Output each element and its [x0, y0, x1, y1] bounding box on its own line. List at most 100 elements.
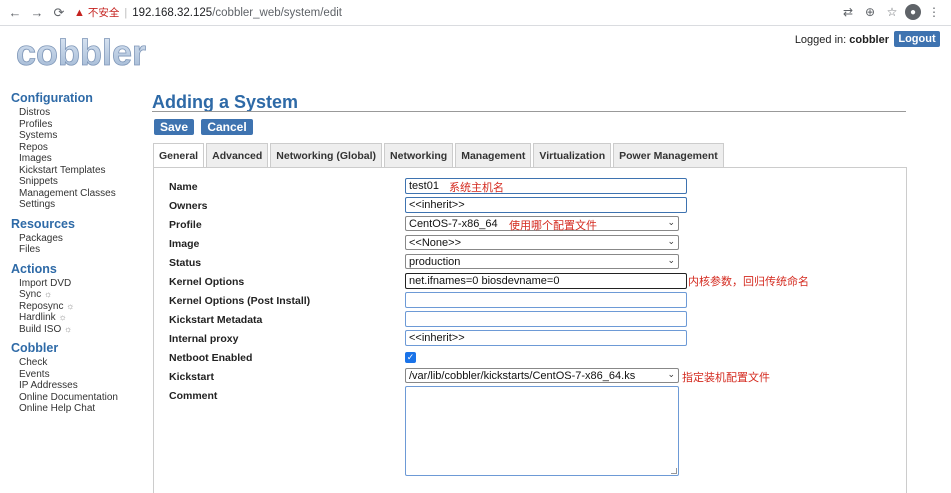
name-input[interactable]: test01	[405, 178, 687, 194]
sidebar-item-ip-addresses[interactable]: IP Addresses	[11, 380, 146, 392]
image-value: <<None>>	[409, 236, 461, 249]
sidebar: Configuration Distros Profiles Systems Repo…	[11, 91, 146, 415]
tab-general[interactable]: General	[153, 143, 205, 168]
sidebar-item-check[interactable]: Check	[11, 357, 146, 369]
menu-icon[interactable]: ⋮	[925, 3, 943, 21]
sidebar-item-packages[interactable]: Packages	[11, 233, 146, 245]
name-annotation: 系统主机名	[449, 182, 504, 194]
status-select[interactable]: production ⌄	[405, 254, 679, 269]
sidebar-item-build-iso[interactable]: Build ISO ☼	[11, 324, 146, 336]
sidebar-item-label: Import DVD	[19, 277, 72, 289]
netboot-enabled-checkbox[interactable]: ✓	[405, 352, 416, 363]
checkmark-icon: ✓	[406, 352, 415, 362]
netboot-enabled-label: Netboot Enabled	[169, 352, 253, 364]
kickstart-select[interactable]: /var/lib/cobbler/kickstarts/CentOS-7-x86…	[405, 368, 679, 383]
sidebar-item-distros[interactable]: Distros	[11, 107, 146, 119]
owners-input[interactable]: <<inherit>>	[405, 197, 687, 213]
tab-networking[interactable]: Networking	[384, 143, 454, 167]
forward-icon[interactable]: →	[28, 4, 46, 22]
cobbler-logo[interactable]: cobbler	[14, 33, 154, 79]
browser-toolbar: ← → ⟳ ▲ 不安全 | 192.168.32.125 /cobbler_we…	[0, 0, 951, 26]
page-title: Adding a System	[152, 92, 299, 112]
sidebar-item-sync[interactable]: Sync ☼	[11, 289, 146, 301]
url-separator: |	[124, 6, 128, 19]
sidebar-item-online-documentation[interactable]: Online Documentation	[11, 392, 146, 404]
kickstart-metadata-label: Kickstart Metadata	[169, 314, 263, 326]
name-label: Name	[169, 181, 198, 193]
internal-proxy-input[interactable]: <<inherit>>	[405, 330, 687, 346]
sidebar-item-reposync[interactable]: Reposync ☼	[11, 301, 146, 313]
sidebar-item-profiles[interactable]: Profiles	[11, 119, 146, 131]
cancel-button[interactable]: Cancel	[201, 119, 253, 135]
sidebar-item-online-help-chat[interactable]: Online Help Chat	[11, 403, 146, 415]
gear-icon: ☼	[64, 323, 73, 334]
profile-label: Profile	[169, 219, 202, 231]
browser-actions: ⇄ ⊕ ☆ ● ⋮	[835, 3, 943, 21]
save-button[interactable]: Save	[154, 119, 194, 135]
logged-in-label: Logged in:	[794, 34, 847, 46]
kernel-options-label: Kernel Options	[169, 276, 245, 288]
profile-icon[interactable]: ●	[905, 4, 921, 20]
tab-virtualization[interactable]: Virtualization	[533, 143, 612, 167]
url-host: 192.168.32.125	[132, 6, 213, 19]
tab-advanced[interactable]: Advanced	[206, 143, 269, 167]
logout-button[interactable]: Logout	[894, 31, 940, 47]
translate-icon[interactable]: ⇄	[839, 3, 857, 21]
kernel-options-post-label: Kernel Options (Post Install)	[169, 295, 311, 307]
reload-icon[interactable]: ⟳	[50, 4, 68, 22]
tab-bar: General Advanced Networking (Global) Networ…	[153, 143, 726, 168]
kernel-options-post-input[interactable]	[405, 292, 687, 308]
sidebar-item-hardlink[interactable]: Hardlink ☼	[11, 312, 146, 324]
comment-textarea[interactable]	[405, 386, 679, 476]
sidebar-heading-configuration: Configuration	[11, 91, 93, 105]
profile-value: CentOS-7-x86_64	[409, 217, 498, 230]
sidebar-item-snippets[interactable]: Snippets	[11, 176, 146, 188]
warning-icon: ▲	[74, 6, 85, 19]
back-icon[interactable]: ←	[6, 4, 24, 22]
gear-icon: ☼	[58, 312, 67, 322]
kernel-options-annotation: 内核参数，回归传统命名	[688, 276, 809, 288]
url-path: /cobbler_web/system/edit	[212, 6, 342, 19]
kickstart-annotation: 指定装机配置文件	[682, 372, 770, 384]
status-value: production	[409, 255, 461, 268]
sidebar-item-label: Hardlink	[19, 312, 56, 323]
zoom-icon[interactable]: ⊕	[861, 3, 879, 21]
star-icon[interactable]: ☆	[883, 3, 901, 21]
sidebar-item-label: Build ISO	[19, 323, 62, 335]
chevron-down-icon: ⌄	[665, 369, 675, 380]
sidebar-item-images[interactable]: Images	[11, 153, 146, 165]
logo-text: cobbler	[16, 33, 146, 73]
sidebar-item-repos[interactable]: Repos	[11, 142, 146, 154]
tab-networking-global[interactable]: Networking (Global)	[270, 143, 383, 167]
internal-proxy-label: Internal proxy	[169, 333, 239, 345]
chevron-down-icon: ⌄	[667, 255, 675, 265]
sidebar-item-files[interactable]: Files	[11, 244, 146, 256]
tab-power-management[interactable]: Power Management	[613, 143, 724, 167]
address-bar[interactable]: ▲ 不安全 | 192.168.32.125 /cobbler_web/syst…	[74, 3, 342, 23]
chevron-down-icon: ⌄	[667, 217, 675, 227]
tab-management[interactable]: Management	[455, 143, 532, 167]
insecure-label[interactable]: 不安全	[88, 5, 120, 20]
sidebar-heading-resources: Resources	[11, 216, 75, 231]
sidebar-item-events[interactable]: Events	[11, 369, 146, 381]
owners-label: Owners	[169, 200, 208, 212]
gear-icon: ☼	[44, 289, 53, 299]
sidebar-item-label: Reposync	[19, 300, 64, 312]
profile-annotation: 使用哪个配置文件	[509, 220, 597, 232]
sidebar-item-kickstart-templates[interactable]: Kickstart Templates	[11, 165, 146, 177]
kernel-options-input[interactable]: net.ifnames=0 biosdevname=0	[405, 273, 687, 289]
comment-label: Comment	[169, 390, 218, 402]
resize-grip-icon[interactable]	[671, 468, 677, 474]
image-label: Image	[169, 238, 200, 250]
sidebar-item-management-classes[interactable]: Management Classes	[11, 188, 146, 200]
image-select[interactable]: <<None>> ⌄	[405, 235, 679, 250]
kickstart-metadata-input[interactable]	[405, 311, 687, 327]
sidebar-heading-cobbler: Cobbler	[11, 341, 59, 355]
sidebar-item-settings[interactable]: Settings	[11, 199, 146, 211]
sidebar-item-systems[interactable]: Systems	[11, 130, 146, 142]
title-divider	[152, 111, 906, 112]
kickstart-value: /var/lib/cobbler/kickstarts/CentOS-7-x86…	[409, 369, 636, 382]
logged-in-status: Logged in: cobbler	[795, 34, 889, 46]
status-label: Status	[169, 257, 202, 269]
sidebar-item-import-dvd[interactable]: Import DVD	[11, 278, 146, 290]
